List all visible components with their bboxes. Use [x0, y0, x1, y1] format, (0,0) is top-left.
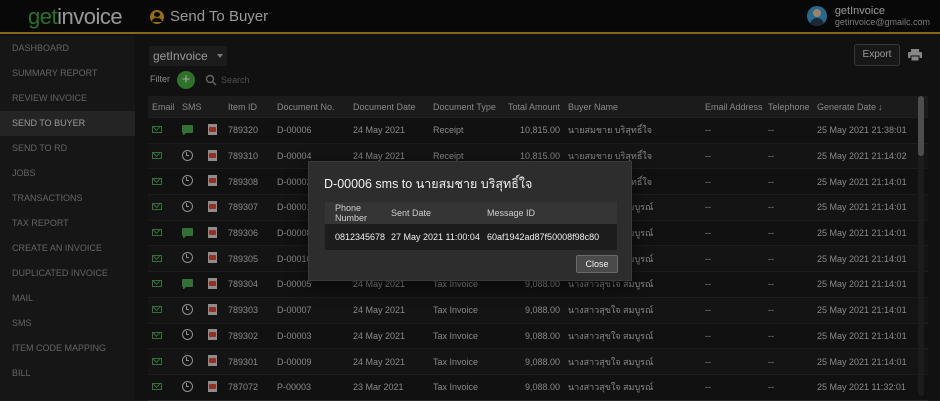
message-id: 60af1942ad87f50008f98c80	[487, 232, 600, 242]
sms-table-header: Phone Number Sent Date Message ID	[325, 202, 617, 224]
col-message-id: Message ID	[487, 208, 536, 218]
sms-details-table: Phone Number Sent Date Message ID 081234…	[325, 202, 617, 250]
col-phone-number: Phone Number	[335, 203, 368, 223]
sms-table-row: 0812345678 27 May 2021 11:00:04 60af1942…	[325, 224, 617, 250]
sms-details-dialog: D-00006 sms to นายสมชาย บริสุทธิ์ใจ Phon…	[308, 161, 632, 281]
col-sent-date: Sent Date	[391, 208, 432, 218]
dialog-title: D-00006 sms to นายสมชาย บริสุทธิ์ใจ	[324, 177, 533, 191]
phone-number: 0812345678	[335, 232, 386, 242]
sent-date: 27 May 2021 11:00:04	[391, 232, 480, 242]
close-button[interactable]: Close	[576, 255, 618, 273]
